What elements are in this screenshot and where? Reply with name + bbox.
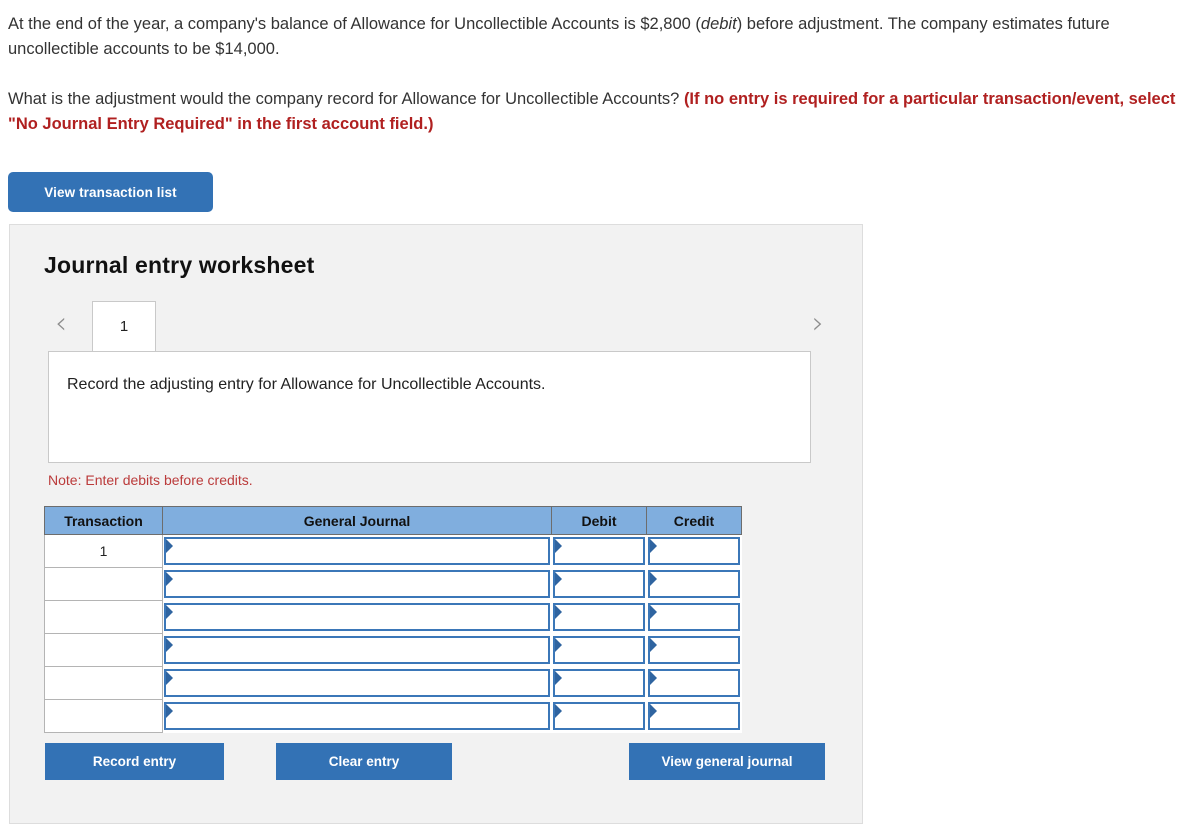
dropdown-marker-icon (649, 605, 657, 619)
table-row (44, 567, 742, 601)
debit-field-5[interactable] (552, 669, 645, 697)
dropdown-marker-icon (166, 638, 173, 652)
dropdown-marker-icon (649, 539, 657, 554)
dropdown-marker-icon (166, 572, 173, 586)
worksheet-description-text: Record the adjusting entry for Allowance… (67, 376, 546, 393)
table-row (44, 666, 742, 700)
cell-general-journal-1[interactable] (162, 534, 552, 568)
journal-table-header-row: Transaction General Journal Debit Credit (44, 506, 742, 535)
cell-transaction-5 (44, 666, 163, 700)
general-journal-field-3[interactable] (164, 603, 550, 631)
cell-general-journal-4[interactable] (162, 633, 552, 667)
cell-debit-6[interactable] (551, 699, 647, 733)
debits-before-credits-note: Note: Enter debits before credits. (48, 472, 253, 488)
question-line-1: At the end of the year, a company's bala… (8, 12, 1192, 62)
column-header-general-journal: General Journal (162, 506, 552, 535)
chevron-left-icon[interactable]: ‹ (48, 309, 74, 341)
credit-field-6[interactable] (647, 702, 740, 730)
cell-transaction-1: 1 (44, 534, 163, 568)
cell-credit-4[interactable] (646, 633, 742, 667)
table-row: 1 (44, 534, 742, 568)
clear-entry-button[interactable]: Clear entry (276, 743, 452, 780)
cell-credit-5[interactable] (646, 666, 742, 700)
cell-credit-6[interactable] (646, 699, 742, 733)
dropdown-marker-icon (554, 572, 562, 586)
cell-debit-5[interactable] (551, 666, 647, 700)
dropdown-marker-icon (554, 605, 562, 619)
journal-table-body: 1 (44, 534, 742, 733)
journal-table-head: Transaction General Journal Debit Credit (44, 506, 742, 535)
cell-debit-1[interactable] (551, 534, 647, 568)
credit-field-2[interactable] (647, 570, 740, 598)
general-journal-field-5[interactable] (164, 669, 550, 697)
dropdown-marker-icon (166, 704, 173, 718)
dropdown-marker-icon (554, 671, 562, 685)
cell-credit-1[interactable] (646, 534, 742, 568)
dropdown-marker-icon (649, 704, 657, 718)
dropdown-marker-icon (649, 572, 657, 586)
chevron-right-icon[interactable]: › (805, 309, 831, 341)
table-row (44, 633, 742, 667)
question-line-1-italic: debit (700, 15, 737, 33)
general-journal-field-1[interactable] (164, 537, 550, 566)
debit-field-6[interactable] (552, 702, 645, 730)
debit-field-3[interactable] (552, 603, 645, 631)
view-general-journal-button[interactable]: View general journal (629, 743, 825, 780)
question-line-2-part-1: What is the adjustment would the company… (8, 90, 684, 108)
cell-transaction-2 (44, 567, 163, 601)
debit-field-4[interactable] (552, 636, 645, 664)
credit-field-4[interactable] (647, 636, 740, 664)
cell-general-journal-2[interactable] (162, 567, 552, 601)
general-journal-field-6[interactable] (164, 702, 550, 730)
general-journal-table: Transaction General Journal Debit Credit… (44, 506, 742, 733)
credit-field-3[interactable] (647, 603, 740, 631)
dropdown-marker-icon (649, 638, 657, 652)
cell-transaction-6 (44, 699, 163, 733)
column-header-transaction: Transaction (44, 506, 163, 535)
dropdown-marker-icon (166, 605, 173, 619)
worksheet-description-box: Record the adjusting entry for Allowance… (48, 351, 811, 463)
table-row (44, 600, 742, 634)
general-journal-field-4[interactable] (164, 636, 550, 664)
debit-field-1[interactable] (552, 537, 645, 566)
general-journal-field-2[interactable] (164, 570, 550, 598)
cell-transaction-4 (44, 633, 163, 667)
record-entry-button[interactable]: Record entry (45, 743, 224, 780)
column-header-debit: Debit (551, 506, 647, 535)
cell-credit-3[interactable] (646, 600, 742, 634)
journal-entry-worksheet-panel: Journal entry worksheet ‹ 1 › Record the… (9, 224, 863, 824)
dropdown-marker-icon (554, 638, 562, 652)
cell-debit-3[interactable] (551, 600, 647, 634)
dropdown-marker-icon (166, 671, 173, 685)
question-line-1-part-1: At the end of the year, a company's bala… (8, 15, 701, 33)
table-row (44, 699, 742, 733)
cell-general-journal-6[interactable] (162, 699, 552, 733)
cell-debit-4[interactable] (551, 633, 647, 667)
cell-transaction-3 (44, 600, 163, 634)
view-transaction-list-button[interactable]: View transaction list (8, 172, 213, 212)
dropdown-marker-icon (649, 671, 657, 685)
column-header-credit: Credit (646, 506, 742, 535)
worksheet-tab-1[interactable]: 1 (92, 301, 156, 351)
question-prompt: At the end of the year, a company's bala… (8, 12, 1192, 137)
cell-general-journal-3[interactable] (162, 600, 552, 634)
worksheet-tab-strip: ‹ 1 › (10, 301, 864, 351)
cell-credit-2[interactable] (646, 567, 742, 601)
cell-debit-2[interactable] (551, 567, 647, 601)
prompt-spacer (8, 62, 1192, 87)
debit-field-2[interactable] (552, 570, 645, 598)
credit-field-5[interactable] (647, 669, 740, 697)
dropdown-marker-icon (166, 539, 173, 554)
worksheet-title: Journal entry worksheet (44, 252, 315, 278)
dropdown-marker-icon (554, 704, 562, 718)
credit-field-1[interactable] (647, 537, 740, 566)
question-line-2: What is the adjustment would the company… (8, 87, 1192, 137)
cell-general-journal-5[interactable] (162, 666, 552, 700)
dropdown-marker-icon (554, 539, 562, 554)
